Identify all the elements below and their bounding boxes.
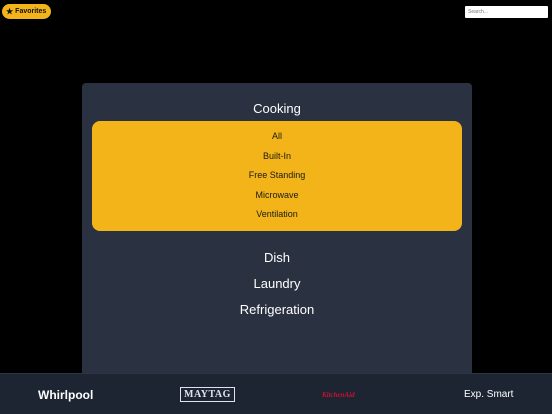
category-dish[interactable]: Dish <box>82 250 472 265</box>
category-cooking[interactable]: Cooking <box>82 101 472 116</box>
category-refrigeration[interactable]: Refrigeration <box>82 302 472 317</box>
cooking-subcategory-list: All Built-In Free Standing Microwave Ven… <box>92 121 462 231</box>
exp-smart-link[interactable]: Exp. Smart <box>464 374 513 414</box>
subcategory-ventilation[interactable]: Ventilation <box>92 209 462 219</box>
subcategory-built-in[interactable]: Built-In <box>92 151 462 161</box>
subcategory-free-standing[interactable]: Free Standing <box>92 170 462 180</box>
favorites-button[interactable]: ★ Favorites <box>2 4 51 19</box>
maytag-logo[interactable]: MAYTAG <box>180 374 235 414</box>
search-input[interactable] <box>465 6 548 18</box>
whirlpool-logo[interactable]: Whirlpool <box>38 374 93 414</box>
category-laundry[interactable]: Laundry <box>82 276 472 291</box>
subcategory-all[interactable]: All <box>92 131 462 141</box>
star-icon: ★ <box>6 6 14 16</box>
subcategory-microwave[interactable]: Microwave <box>92 190 462 200</box>
favorites-label: Favorites <box>15 8 47 15</box>
brand-footer: Whirlpool MAYTAG KitchenAid Exp. Smart <box>0 373 552 414</box>
kitchenaid-logo[interactable]: KitchenAid <box>322 374 355 414</box>
maytag-logo-text: MAYTAG <box>180 387 235 402</box>
category-panel: Cooking All Built-In Free Standing Micro… <box>82 83 472 383</box>
